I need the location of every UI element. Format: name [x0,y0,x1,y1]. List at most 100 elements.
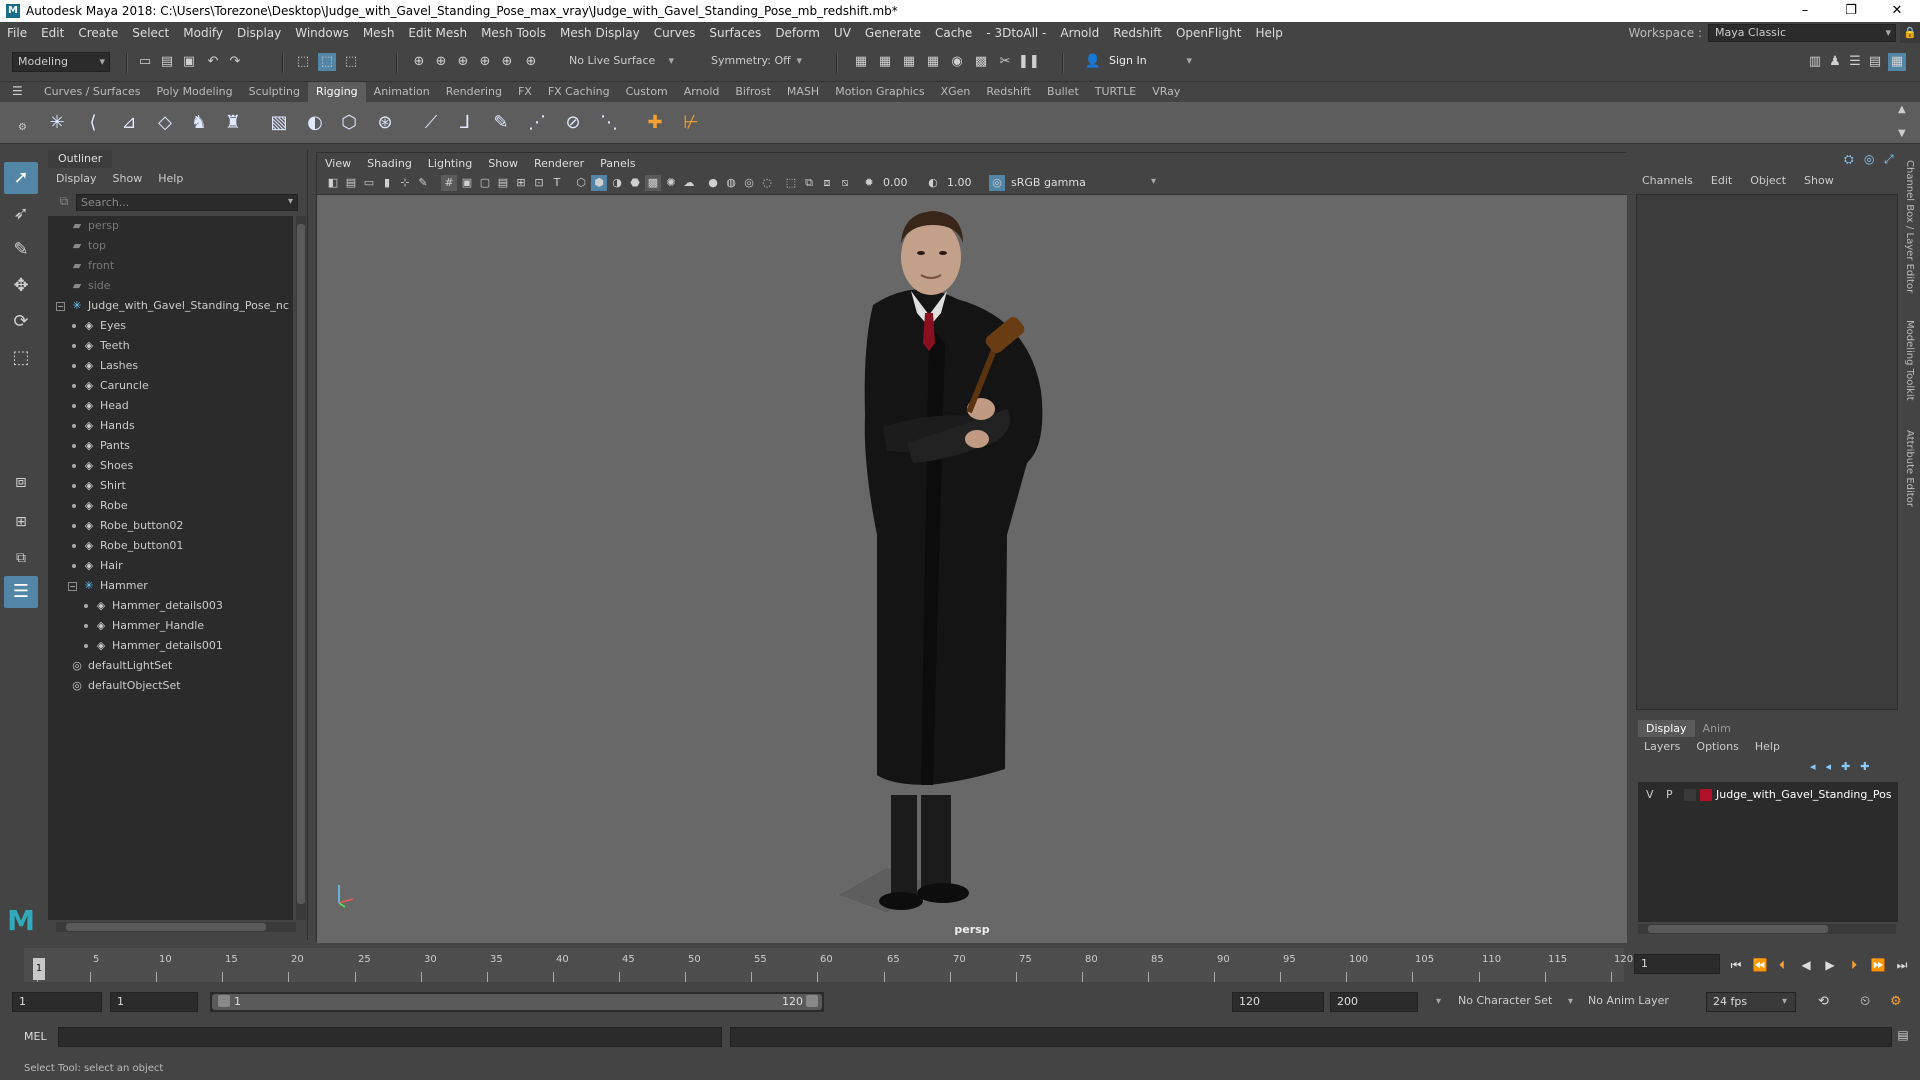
filter-icon[interactable]: ⧉ [56,194,72,210]
menu-edit[interactable]: Edit [34,26,71,40]
range-end-grip[interactable] [806,995,818,1007]
outliner-row[interactable]: ◈ Hammer_details003 [48,596,293,616]
maximize-button[interactable]: ❐ [1828,0,1874,22]
safe-action-icon[interactable]: ⊡ [531,175,547,191]
lock-icon[interactable]: 🔒 [1900,23,1920,43]
two-view-icon[interactable]: ⧉ [4,542,38,574]
snap-vertex-icon[interactable]: ⊕ [522,53,540,71]
script-editor-icon[interactable]: ▤ [1894,1028,1912,1046]
motion-blur-icon[interactable]: ◍ [723,175,739,191]
insert-joint-icon[interactable]: ⟨ [80,110,106,136]
color-space-dropdown[interactable]: sRGB gamma [1007,175,1167,193]
outliner-row[interactable]: ◈ Pants [48,436,293,456]
menu-mesh-display[interactable]: Mesh Display [553,26,647,40]
channel-box-content[interactable] [1636,194,1898,710]
shelf-scroll-up-icon[interactable]: ▲ [1898,104,1906,115]
play-backwards-icon[interactable]: ◀ [1796,956,1816,974]
tool-settings-icon[interactable]: ▤ [1866,53,1884,71]
layer-color-swatch[interactable] [1700,789,1712,801]
camera-select-icon[interactable]: ◧ [325,175,341,191]
outliner-row[interactable]: ◈ Hammer_Handle [48,616,293,636]
anim-layer-chevron-down-icon[interactable]: ▾ [1568,996,1573,1007]
four-view-icon[interactable]: ⊞ [4,506,38,538]
menu-3dtoall[interactable]: - 3DtoAll - [979,26,1053,40]
shelf-tab-turtle[interactable]: TURTLE [1087,82,1144,102]
outliner-layout-icon[interactable]: ☰ [4,576,38,608]
layer-visibility-toggle[interactable]: V [1646,786,1654,804]
outliner-row[interactable]: ◎ defaultLightSet [48,656,293,676]
outliner-title[interactable]: Outliner [48,150,113,168]
channel-box-menu-edit[interactable]: Edit [1711,174,1732,187]
outliner-row[interactable]: ◈ Robe_button02 [48,516,293,536]
color-management-icon[interactable]: ◎ [989,175,1005,191]
outliner-row[interactable]: ▰ front [48,256,293,276]
quick-rig-icon[interactable]: ♞ [186,110,212,136]
outliner-row[interactable]: ◈ Shirt [48,476,293,496]
undo-icon[interactable]: ↶ [204,53,222,71]
save-scene-icon[interactable]: ▣ [180,53,198,71]
outliner-row[interactable]: ◈ Hands [48,416,293,436]
gate-mask-icon[interactable]: ▤ [495,175,511,191]
channel-box-menu-channels[interactable]: Channels [1642,174,1693,187]
ik-spline-icon[interactable]: ⅃ [452,110,478,136]
exposure-field[interactable]: 0.00 [879,175,919,193]
shelf-tab-fx[interactable]: FX [510,82,540,102]
blend-shape-icon[interactable]: ⊘ [560,110,586,136]
ipr-render-icon[interactable]: ▦ [900,53,918,71]
playback-start-field[interactable]: 1 [110,992,198,1012]
new-empty-layer-icon[interactable]: ✚ [1841,760,1850,773]
default-material-icon[interactable]: ◑ [609,175,625,191]
workspace-dropdown[interactable]: Maya Classic [1708,24,1896,42]
layer-tab-display[interactable]: Display [1638,720,1695,737]
safe-title-icon[interactable]: T [549,175,565,191]
outliner-horizontal-scrollbar[interactable] [56,922,296,932]
layer-tab-anim[interactable]: Anim [1695,720,1739,737]
film-gate-icon[interactable]: ▣ [459,175,475,191]
shelf-tab-rendering[interactable]: Rendering [438,82,510,102]
move-tool-icon[interactable]: ✥ [4,270,38,302]
new-layer-selected-icon[interactable]: ✚ [1860,760,1869,773]
outliner-row[interactable]: ◈ Teeth [48,336,293,356]
outliner-row[interactable]: ◈ Robe [48,496,293,516]
shelf-tab-mash[interactable]: MASH [779,82,827,102]
time-slider-ruler[interactable]: 5 10 15 20 25 30 35 40 45 50 55 60 65 70 75 80 85 90 95 100… [24,948,1633,982]
outliner-menu-show[interactable]: Show [113,172,143,185]
textured-icon[interactable]: ▩ [645,175,661,191]
snap-point-icon[interactable]: ⊕ [454,53,472,71]
field-chart-icon[interactable]: ⊞ [513,175,529,191]
constraint-icon[interactable]: ⋱ [596,110,622,136]
shelf-tab-custom[interactable]: Custom [618,82,676,102]
viewport-menu-show[interactable]: Show [480,157,526,170]
fps-chevron-down-icon[interactable]: ▾ [1782,996,1787,1007]
depth-of-field-icon[interactable]: ◌ [759,175,775,191]
outliner-row[interactable]: ◈ Robe_button01 [48,536,293,556]
move-layer-down-icon[interactable]: ◂ [1826,760,1832,773]
menu-uv[interactable]: UV [827,26,858,40]
shelf-tab-arnold[interactable]: Arnold [676,82,728,102]
loop-icon[interactable]: ⟲ [1818,994,1829,1009]
xray-icon[interactable]: ⧉ [801,175,817,191]
resolution-gate-icon[interactable]: ▢ [477,175,493,191]
new-scene-icon[interactable]: ▭ [136,53,154,71]
menu-cache[interactable]: Cache [928,26,979,40]
shelf-tab-poly-modeling[interactable]: Poly Modeling [149,82,241,102]
wireframe-icon[interactable]: ⬡ [573,175,589,191]
script-language-label[interactable]: MEL [24,1030,47,1043]
attribute-editor-icon[interactable]: ☰ [1846,53,1864,71]
lattice-icon[interactable]: ⬡ [336,110,362,136]
redo-icon[interactable]: ↷ [226,53,244,71]
character-set-dropdown[interactable]: No Character Set [1458,994,1552,1007]
shelf-tab-bifrost[interactable]: Bifrost [727,82,779,102]
outliner-row[interactable]: − ✳ Judge_with_Gavel_Standing_Pose_nc [48,296,293,316]
shelf-tab-vray[interactable]: VRay [1144,82,1188,102]
menu-windows[interactable]: Windows [288,26,356,40]
viewport-menu-panels[interactable]: Panels [592,157,643,170]
lasso-tool-icon[interactable]: ➶ [4,198,38,230]
range-handle[interactable]: 1 120 [212,994,822,1010]
outliner-vertical-scrollbar[interactable] [296,216,306,920]
point-constraint-icon[interactable]: ⊬ [678,110,704,136]
paint-weights-icon[interactable]: ◐ [302,110,328,136]
shelf-tab-animation[interactable]: Animation [366,82,438,102]
layer-type-toggle[interactable] [1684,789,1696,801]
outliner-row[interactable]: ◈ Hammer_details001 [48,636,293,656]
